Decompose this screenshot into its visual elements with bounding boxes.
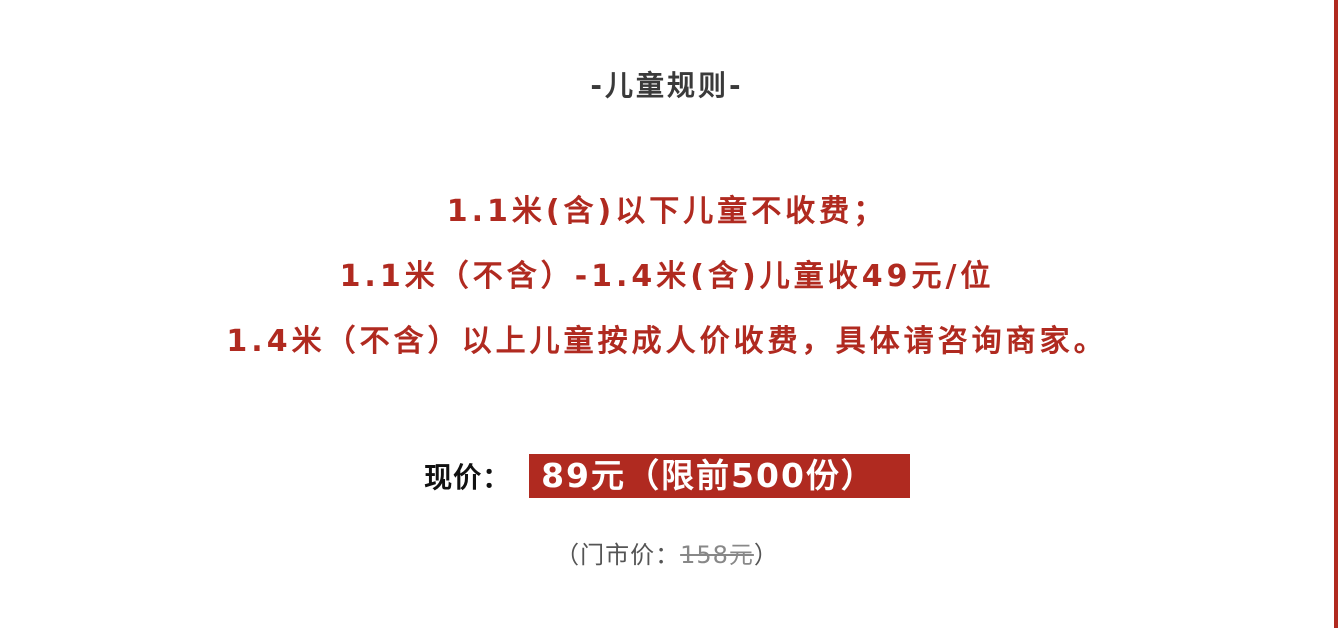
market-price-prefix: （门市价：: [555, 541, 681, 569]
section-title: -儿童规则-: [590, 69, 744, 102]
market-price-value: 158元: [680, 541, 754, 569]
children-rules: 1.1米(含)以下儿童不收费； 1.1米（不含）-1.4米(含)儿童收49元/位…: [0, 190, 1334, 385]
market-price-row: （门市价：158元）: [0, 535, 1334, 570]
market-price-suffix: ）: [753, 541, 779, 569]
right-edge-border: [1334, 0, 1338, 628]
rule-line-3: 1.4米（不含）以上儿童按成人价收费，具体请咨询商家。: [226, 324, 1108, 359]
rule-line-1: 1.1米(含)以下儿童不收费；: [446, 194, 888, 229]
current-price-label: 现价：: [424, 461, 512, 494]
rule-line-2: 1.1米（不含）-1.4米(含)儿童收49元/位: [339, 259, 995, 294]
current-price-badge: 89元（限前500份）: [529, 454, 910, 498]
current-price-row: 现价： 89元（限前500份）: [0, 454, 1334, 498]
